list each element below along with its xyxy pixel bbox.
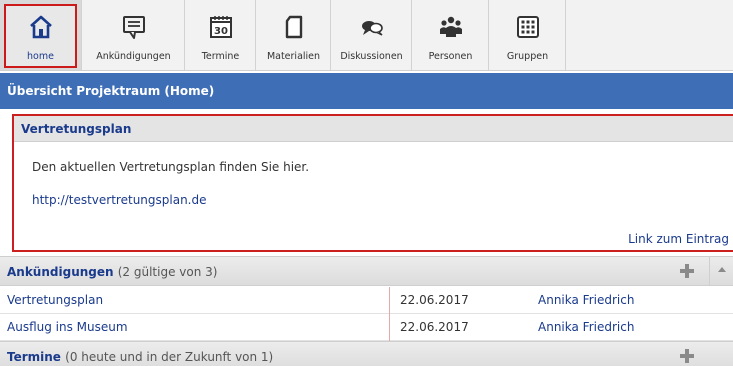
vertretungsplan-panel: Vertretungsplan Den aktuellen Vertretung… — [12, 114, 733, 252]
calendar-icon: 30 — [209, 16, 232, 38]
vertretungsplan-title: Vertretungsplan — [14, 116, 733, 142]
announcement-title[interactable]: Vertretungsplan — [7, 293, 103, 307]
announcement-row[interactable]: Ausflug ins Museum 22.06.2017 Annika Fri… — [0, 314, 733, 341]
announcement-date: 22.06.2017 — [400, 293, 469, 307]
tab-appointments[interactable]: 30 Termine — [186, 0, 256, 70]
people-icon — [439, 16, 462, 37]
announcement-title[interactable]: Ausflug ins Museum — [7, 320, 128, 334]
home-icon — [29, 15, 52, 39]
module-toolbar: home Ankündigungen 30 Termine Materialie… — [0, 0, 733, 71]
discussion-icon — [361, 21, 383, 36]
announcement-date: 22.06.2017 — [400, 320, 469, 334]
column-divider — [389, 314, 390, 341]
grid-icon — [516, 16, 539, 38]
tab-people[interactable]: Personen — [413, 0, 489, 70]
tab-home-label: home — [27, 51, 54, 62]
announcements-header: Ankündigungen (2 gültige von 3) — [0, 256, 733, 286]
tab-groups-label: Gruppen — [506, 51, 549, 62]
tab-people-label: Personen — [428, 51, 473, 62]
add-appointment-icon[interactable] — [679, 348, 695, 364]
announcement-author[interactable]: Annika Friedrich — [538, 293, 634, 307]
tab-appointments-label: Termine — [201, 51, 240, 62]
tab-announcements-label: Ankündigungen — [96, 51, 171, 62]
calendar-day: 30 — [214, 26, 228, 37]
announcements-title[interactable]: Ankündigungen — [7, 265, 114, 279]
appointments-header: Termine (0 heute und in der Zukunft von … — [0, 341, 733, 366]
add-announcement-icon[interactable] — [679, 263, 695, 279]
collapse-arrow-icon[interactable] — [709, 257, 733, 285]
entry-link[interactable]: Link zum Eintrag — [628, 232, 729, 246]
tab-discussions[interactable]: Diskussionen — [332, 0, 412, 70]
speech-bubble-icon — [122, 16, 145, 39]
tab-discussions-label: Diskussionen — [340, 51, 403, 62]
vertretungsplan-text: Den aktuellen Vertretungsplan finden Sie… — [32, 160, 310, 174]
page-title: Übersicht Projektraum (Home) — [0, 73, 733, 109]
tab-announcements[interactable]: Ankündigungen — [83, 0, 185, 70]
tab-groups[interactable]: Gruppen — [490, 0, 566, 70]
tab-materials-label: Materialien — [266, 51, 321, 62]
vertretungsplan-url-link[interactable]: http://testvertretungsplan.de — [32, 193, 207, 207]
tab-home[interactable]: home — [0, 0, 82, 70]
appointments-count: (0 heute und in der Zukunft von 1) — [65, 350, 274, 364]
announcement-row[interactable]: Vertretungsplan 22.06.2017 Annika Friedr… — [0, 287, 733, 314]
document-icon — [285, 15, 302, 39]
appointments-title[interactable]: Termine — [7, 350, 61, 364]
announcement-author[interactable]: Annika Friedrich — [538, 320, 634, 334]
tab-materials[interactable]: Materialien — [257, 0, 331, 70]
column-divider — [389, 287, 390, 314]
announcements-count: (2 gültige von 3) — [117, 265, 218, 279]
